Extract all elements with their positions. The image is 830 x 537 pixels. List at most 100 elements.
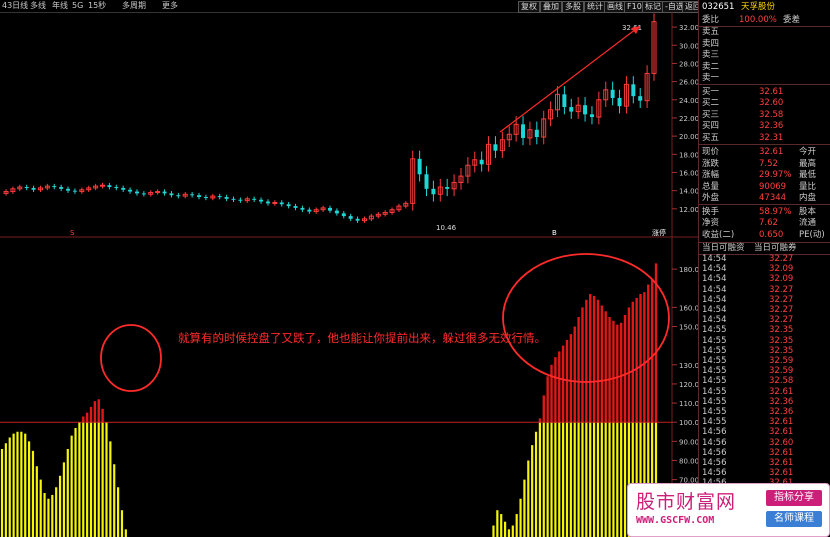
tick-row: 14:56 32.61 [699, 458, 830, 468]
tick-time: 14:55 [702, 376, 727, 387]
candle-body [300, 207, 305, 210]
candle-body [307, 209, 312, 212]
candle-body [431, 188, 436, 195]
candle-body [569, 107, 574, 112]
tick-time: 14:55 [702, 345, 727, 356]
candle-body [348, 216, 353, 219]
panel-label: 买三 [702, 109, 720, 120]
candle-body [493, 144, 498, 151]
tick-time: 14:56 [702, 458, 727, 468]
tick-time: 14:55 [702, 366, 727, 377]
indicator-tick-label: 110.00 [679, 400, 698, 408]
panel-label: 净资 [702, 218, 720, 228]
tick-price: 32.35 [769, 335, 794, 346]
quote-row-0: 现价 32.61 今开 [699, 147, 830, 158]
price-tick-label: 28.00 [679, 60, 698, 68]
tick-price: 32.58 [769, 376, 794, 387]
price-tick-label: 20.00 [679, 133, 698, 141]
fund-label-0: 当日可融资 [702, 243, 745, 253]
candle-body [355, 218, 360, 221]
candle-body [279, 202, 284, 205]
panel-label: 买五 [702, 132, 720, 143]
tick-row: 14:55 32.61 [699, 417, 830, 427]
quote-row-4: 外盘 47344 内盘 [699, 193, 830, 205]
candle-body [134, 191, 139, 194]
buy-level-1: 买二 32.60 [699, 98, 830, 109]
tick-time: 14:54 [702, 264, 727, 275]
tick-row: 14:55 32.35 [699, 336, 830, 346]
toolbar-item-2[interactable]: 年线 [52, 0, 68, 12]
weibi-label: 委比 [702, 15, 720, 25]
panel-label: 涨幅 [702, 170, 720, 180]
panel-label: 买二 [702, 98, 720, 108]
candle-body [521, 124, 526, 138]
panel-label-2: 量比 [799, 181, 817, 192]
chart-area: 32.00 30.00 28.00 26.00 24.00 22.00 20.00 18.00… [0, 12, 698, 537]
panel-label: 换手 [702, 206, 720, 217]
tick-price: 32.27 [769, 284, 794, 295]
candle-body [265, 201, 270, 204]
buy-level-0: 买一 32.61 [699, 87, 830, 98]
candle-body [72, 190, 77, 192]
price-tick-label: 12.00 [679, 206, 698, 214]
candle-body [583, 105, 588, 115]
tick-time: 14:56 [702, 447, 727, 458]
panel-label-2: 内盘 [799, 193, 817, 203]
candle-body [479, 159, 484, 165]
panel-label: 卖五 [702, 27, 720, 37]
tick-time: 14:54 [702, 305, 727, 315]
toolbar-item-5[interactable]: 多周期 [122, 0, 146, 12]
candle-body [286, 204, 291, 207]
tick-time: 14:55 [702, 417, 727, 428]
indicator-tick-label: 80.00 [679, 457, 698, 465]
price-tick-label: 14.00 [679, 188, 698, 196]
tick-row: 14:55 32.61 [699, 387, 830, 397]
weibi-value: 100.00% [739, 15, 777, 25]
candle-body [252, 198, 257, 200]
panel-label: 现价 [702, 147, 720, 157]
toolbar-item-1[interactable]: 多线 [30, 0, 46, 12]
tick-time: 14:56 [702, 437, 727, 448]
toolbar-item-4[interactable]: 15秒 [88, 0, 106, 12]
candle-body [334, 210, 339, 214]
stock-code: 032651 [702, 2, 735, 12]
candle-body [562, 94, 567, 108]
panel-label-2: PE(动) [799, 229, 825, 240]
candle-body [231, 198, 236, 200]
tick-price: 32.36 [769, 407, 794, 417]
panel-label-2: 最低 [799, 170, 817, 180]
candle-body [176, 195, 181, 197]
tick-row: 14:54 32.27 [699, 305, 830, 315]
tick-row: 14:56 32.61 [699, 468, 830, 478]
candle-body [24, 187, 29, 189]
candle-body [610, 89, 615, 98]
tick-row: 14:55 32.35 [699, 346, 830, 356]
candle-body [445, 187, 450, 189]
price-tick-label: 24.00 [679, 97, 698, 105]
price-tick-label: 18.00 [679, 151, 698, 159]
tick-row: 14:54 32.27 [699, 295, 830, 305]
tick-time: 14:56 [702, 468, 727, 479]
trend-arrow-line [499, 25, 641, 133]
signal-marker-2: 涨停 [652, 228, 666, 237]
candle-body [293, 206, 298, 208]
indicator-tick-label: 150.00 [679, 324, 698, 332]
panel-label-2: 流通 [799, 218, 817, 228]
candle-body [417, 158, 422, 175]
watermark-logo: 股市财富网 WWW.GSCFW.COM 指标分享 名师课程 [627, 483, 830, 537]
tick-time: 14:55 [702, 396, 727, 407]
tick-price: 32.61 [769, 447, 794, 458]
watermark-title: 股市财富网 [636, 491, 737, 513]
toolbar-item-3[interactable]: 5G [72, 0, 83, 12]
tick-time: 14:56 [702, 427, 727, 438]
watermark-badge-indicator: 指标分享 [766, 490, 822, 506]
candle-body [224, 197, 229, 199]
candle-body [272, 201, 278, 204]
tick-price: 32.27 [769, 305, 794, 315]
tick-row: 14:55 32.59 [699, 356, 830, 366]
toolbar-item-6[interactable]: 更多 [162, 0, 178, 12]
tick-time: 14:55 [702, 356, 727, 366]
panel-label: 买四 [702, 121, 720, 131]
candle-body [141, 193, 146, 195]
toolbar-item-0[interactable]: 43日线 [2, 0, 28, 12]
